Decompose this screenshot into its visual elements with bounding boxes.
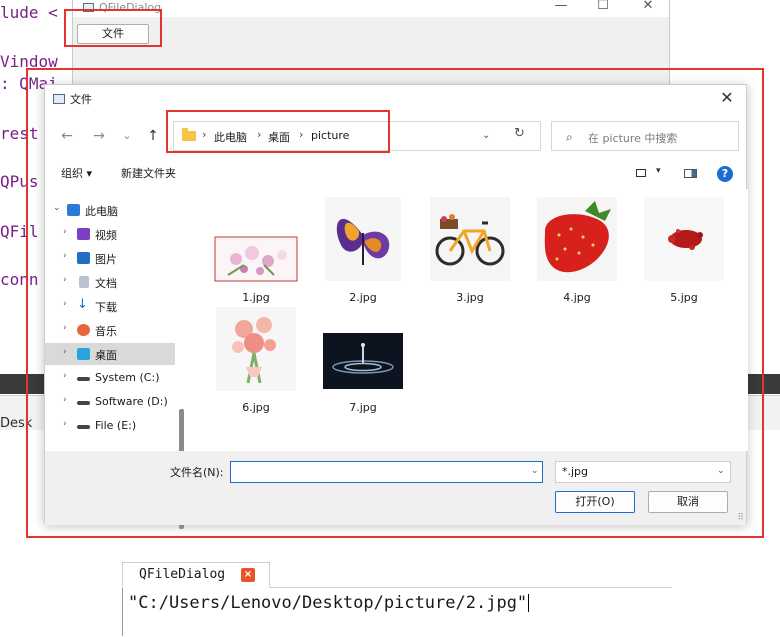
highlight-box-file-dialog [26,68,764,538]
output-tab-row: QFileDialog × [122,562,672,588]
highlight-box-file-button [64,9,162,47]
minimize-button[interactable]: — [551,0,571,14]
output-tab-label: QFileDialog [139,567,226,582]
maximize-button[interactable]: ☐ [593,0,613,14]
output-gutter-line [122,588,123,636]
code-line: lude < [0,3,58,22]
output-path-text: "C:/Users/Lenovo/Desktop/picture/2.jpg" [128,593,528,613]
close-icon[interactable]: × [241,568,255,582]
text-caret [528,594,530,612]
output-tab[interactable]: QFileDialog × [122,562,270,588]
main-window-titlebar: QFileDialog — ☐ ✕ [73,0,669,17]
output-text: "C:/Users/Lenovo/Desktop/picture/2.jpg" [128,593,530,613]
close-button[interactable]: ✕ [638,0,658,14]
